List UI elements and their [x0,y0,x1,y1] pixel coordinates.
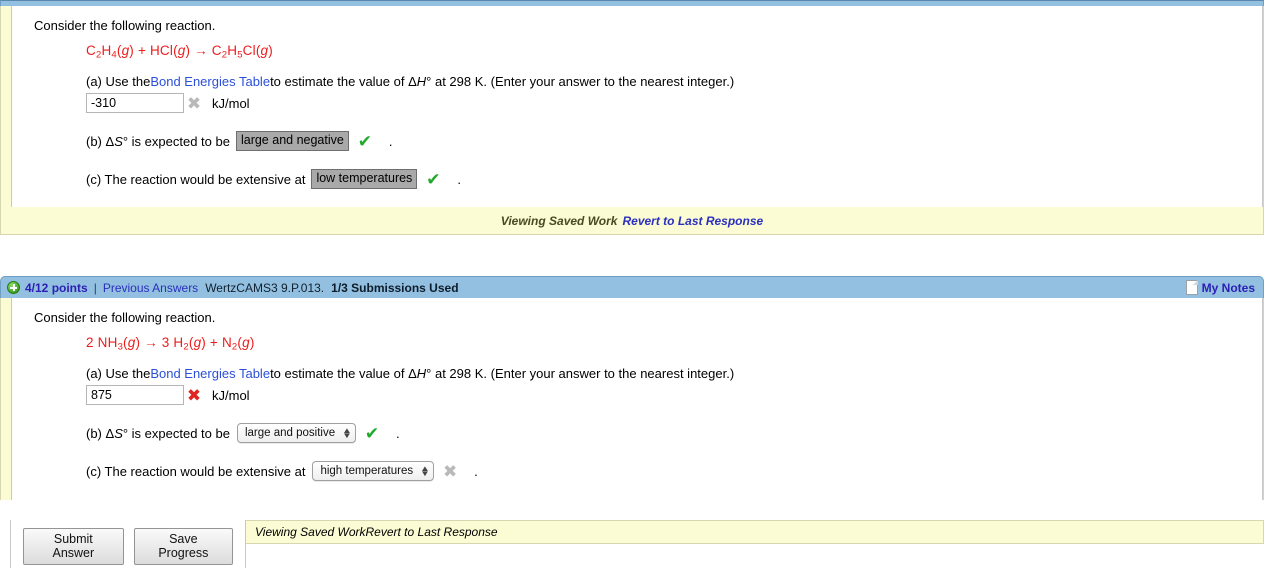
question-1-body: Consider the following reaction. C2H4(g)… [11,6,1263,208]
stepper-arrows-icon: ▲ ▼ [420,464,431,479]
question-1-part-c: (c) The reaction would be extensive at l… [86,169,1262,190]
note-page-icon [1185,280,1198,295]
question-1-part-b: (b) ΔS° is expected to be large and nega… [86,131,1262,152]
question-2-entropy-select-value: large and positive [244,427,336,440]
question-2-entropy-select[interactable]: large and positive ▲ ▼ [236,423,357,444]
question-block-2: 4/12 points | Previous Answers WertzCAMS… [0,276,1264,568]
question-2-part-a-unit: kJ/mol [212,387,250,403]
part-a-text-pre: (a) Use the [86,74,151,90]
question-2-part-c: (c) The reaction would be extensive at h… [86,461,1262,482]
question-1-part-c-label: (c) The reaction would be extensive at [86,171,306,187]
question-1-temperature-answer-chip[interactable]: low temperatures [311,169,418,190]
question-1-part-a-unit: kJ/mol [212,95,250,111]
question-2-status-bar: Viewing Saved Work Revert to Last Respon… [245,520,1264,544]
question-2-submissions-used: 1/3 Submissions Used [331,280,459,295]
question-1-part-a-gray-x-icon: ✖ [186,93,202,113]
previous-answers-link[interactable]: Previous Answers [103,281,198,295]
question-2-button-tray: Submit Answer Save Progress [10,520,246,568]
question-2-part-a-label: (a) Use the Bond Energies Table to estim… [86,366,1262,381]
question-2-part-c-period: . [474,463,478,479]
question-1-part-c-period: . [457,171,461,187]
question-1-enthalpy-input[interactable] [86,93,184,114]
question-2-part-b-period: . [396,425,400,441]
question-2-revert-link[interactable]: Revert to Last Response [366,525,498,539]
question-2-temperature-select[interactable]: high temperatures ▲ ▼ [312,461,435,482]
question-1-part-b-period: . [388,133,393,149]
question-2-enthalpy-input[interactable] [86,385,184,406]
plus-circle-icon[interactable] [7,281,20,294]
question-2-viewing-saved-work-label: Viewing Saved Work [255,525,366,539]
question-1-part-c-check-icon: ✔ [426,169,441,189]
question-2-part-c-label: (c) The reaction would be extensive at [86,463,306,479]
question-2-code: WertzCAMS3 9.P.013. [205,280,325,295]
question-2-part-c-gray-x-icon: ✖ [442,461,458,481]
question-2-body: Consider the following reaction. 2 NH3(g… [11,298,1263,500]
question-2-part-b-check-icon: ✔ [364,423,380,443]
question-2-header-separator: | [93,280,97,295]
question-1-body-outer: Consider the following reaction. C2H4(g)… [0,6,1264,208]
question-1-part-b-label: (b) ΔS° is expected to be [86,133,230,149]
question-2-points: 4/12 points [25,280,88,295]
question-1-revert-link[interactable]: Revert to Last Response [622,214,763,228]
save-progress-button[interactable]: Save Progress [133,528,233,565]
question-block-1: Consider the following reaction. C2H4(g)… [0,0,1264,236]
bond-energies-table-link[interactable]: Bond Energies Table [150,366,270,381]
part-a-text-pre: (a) Use the [86,366,151,382]
my-notes-label: My Notes [1201,280,1255,295]
question-2-body-outer: Consider the following reaction. 2 NH3(g… [0,298,1264,500]
question-2-prompt: Consider the following reaction. [34,310,216,325]
submit-answer-button[interactable]: Submit Answer [23,528,124,565]
question-1-reaction: C2H4(g) + HCl(g) → C2H5Cl(g) [86,43,273,61]
part-a-text-post: to estimate the value of ΔH° at 298 K. (… [270,366,735,382]
question-1-viewing-saved-work-label: Viewing Saved Work [500,213,618,228]
my-notes-control[interactable]: My Notes [1185,280,1255,295]
part-a-text-post: to estimate the value of ΔH° at 298 K. (… [270,74,735,90]
question-2-part-a-answer-row: ✖ kJ/mol [86,385,1262,406]
question-2-part-b: (b) ΔS° is expected to be large and posi… [86,423,1262,444]
question-2-temperature-select-value: high temperatures [320,465,414,478]
assignment-page: Consider the following reaction. C2H4(g)… [0,0,1274,568]
stepper-arrows-icon: ▲ ▼ [342,426,353,441]
question-2-part-a-red-x-icon: ✖ [186,385,202,405]
question-2-part-b-label: (b) ΔS° is expected to be [86,425,230,441]
question-1-status-bar: Viewing Saved Work Revert to Last Respon… [0,207,1264,236]
question-1-part-a-answer-row: ✖ kJ/mol [86,93,1262,114]
question-1-part-b-check-icon: ✔ [357,131,372,151]
question-1-entropy-answer-chip[interactable]: large and negative [235,131,349,152]
question-2-header: 4/12 points | Previous Answers WertzCAMS… [0,276,1264,298]
bond-energies-table-link[interactable]: Bond Energies Table [150,74,270,89]
question-1-prompt: Consider the following reaction. [34,18,216,33]
question-2-reaction: 2 NH3(g) → 3 H2(g) + N2(g) [86,335,255,353]
question-1-part-a-label: (a) Use the Bond Energies Table to estim… [86,74,1262,89]
